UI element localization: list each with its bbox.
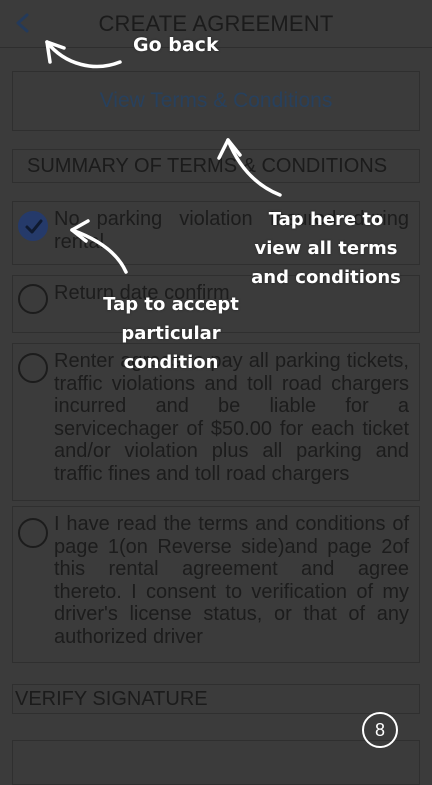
tip-go-back: Go back [133,34,219,56]
tip-accept-condition: Tap to accept particular condition [103,294,239,373]
tip-view-terms: Tap here to view all terms and condition… [251,209,401,288]
step-number-badge: 8 [362,712,398,748]
tutorial-arrows [45,40,282,274]
create-agreement-screen: CREATE AGREEMENT View Terms & Conditions… [0,0,432,785]
